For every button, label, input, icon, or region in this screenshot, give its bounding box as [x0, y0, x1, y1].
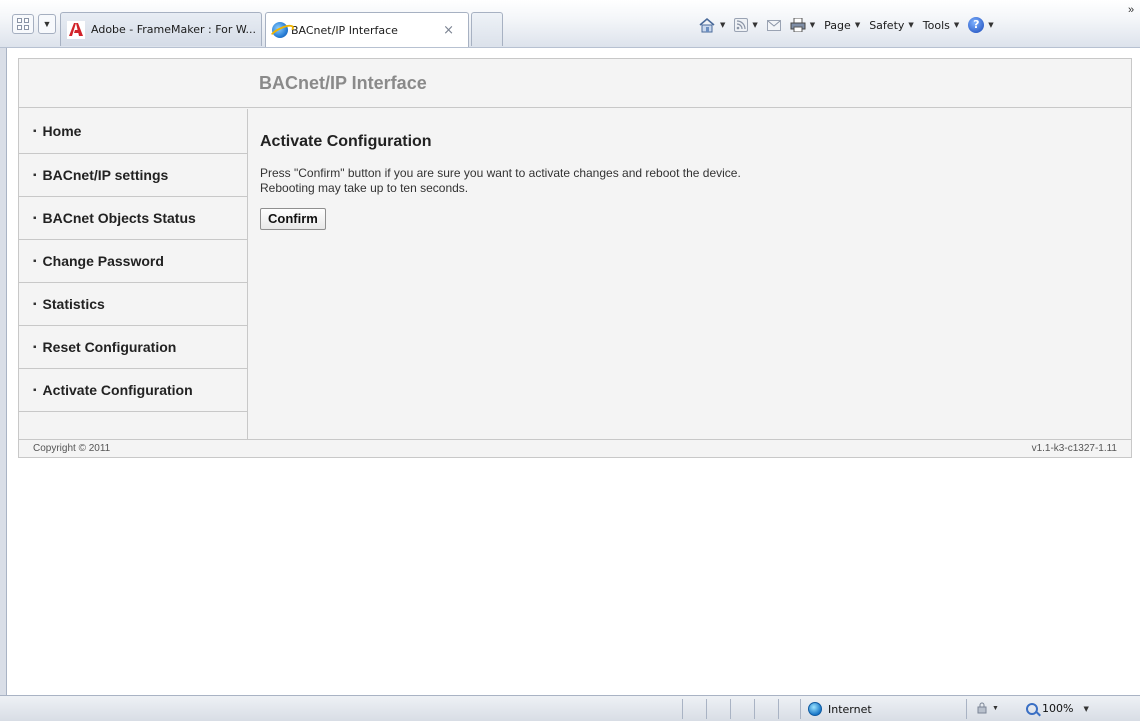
sidebar-item-label: Reset Configuration — [42, 339, 177, 355]
chevron-down-icon: ▼ — [988, 21, 994, 29]
instruction-text: Press "Confirm" button if you are sure y… — [260, 166, 1131, 196]
tab-title: Adobe - FrameMaker : For W... — [91, 23, 257, 36]
sidebar-item-label: BACnet Objects Status — [42, 210, 196, 226]
new-tab-button[interactable] — [471, 12, 503, 46]
tab-bacnet-ip-interface[interactable]: BACnet/IP Interface × — [265, 12, 469, 47]
copyright-text: Copyright © 2011 — [33, 443, 111, 454]
status-divider — [754, 699, 755, 719]
sidebar-item-activate-configuration[interactable]: ▪ Activate Configuration — [19, 369, 247, 412]
chevron-down-icon: ▼ — [809, 21, 816, 29]
help-icon: ? — [968, 17, 985, 33]
instruction-line-1: Press "Confirm" button if you are sure y… — [260, 166, 741, 180]
sidebar-item-reset-configuration[interactable]: ▪ Reset Configuration — [19, 326, 247, 369]
print-icon — [790, 17, 806, 33]
mail-icon — [766, 19, 781, 31]
sidebar-item-bacnet-objects-status[interactable]: ▪ BACnet Objects Status — [19, 197, 247, 240]
page-container: BACnet/IP Interface ▪ Home ▪ BACnet/IP s… — [18, 58, 1132, 458]
instruction-line-2: Rebooting may take up to ten seconds. — [260, 181, 469, 195]
sidebar-item-statistics[interactable]: ▪ Statistics — [19, 283, 247, 326]
home-icon — [698, 17, 716, 33]
page-menu-label: Page — [824, 18, 851, 32]
content-row: ▪ Home ▪ BACnet/IP settings ▪ BACnet Obj… — [19, 109, 1131, 439]
sidebar-item-label: Activate Configuration — [42, 382, 193, 398]
zoom-icon — [1026, 702, 1038, 715]
sidebar-nav: ▪ Home ▪ BACnet/IP settings ▪ BACnet Obj… — [19, 109, 248, 439]
chevron-down-icon: ▼ — [908, 21, 914, 29]
bullet-icon: ▪ — [33, 298, 37, 310]
chevron-down-icon: ▼ — [720, 21, 726, 29]
bullet-icon: ▪ — [33, 169, 37, 181]
tab-adobe-framemaker[interactable]: Adobe - FrameMaker : For W... — [60, 12, 262, 46]
tools-menu[interactable]: Tools ▼ — [923, 19, 960, 32]
page-menu[interactable]: Page ▼ — [824, 19, 860, 32]
tools-menu-label: Tools — [922, 18, 950, 32]
print-button[interactable]: ▼ — [790, 17, 816, 33]
safety-menu-label: Safety — [869, 18, 905, 32]
read-mail-button[interactable] — [766, 19, 781, 31]
window-left-edge — [0, 0, 7, 721]
main-content: Activate Configuration Press "Confirm" b… — [248, 109, 1131, 439]
status-bar: Internet ▼ 100% ▼ — [0, 695, 1140, 721]
quick-tabs-icon — [17, 18, 30, 31]
ie-icon — [272, 22, 288, 38]
page-banner: BACnet/IP Interface — [19, 59, 1131, 108]
bullet-icon: ▪ — [33, 341, 37, 353]
chevron-down-icon: ▼ — [752, 21, 758, 29]
bullet-icon: ▪ — [33, 255, 37, 267]
sidebar-item-label: BACnet/IP settings — [42, 167, 169, 183]
status-divider — [682, 699, 683, 719]
home-button[interactable]: ▼ — [698, 17, 725, 33]
status-divider — [966, 699, 967, 719]
zoom-level[interactable]: 100% ▼ — [1026, 702, 1089, 715]
chevron-down-icon: ▼ — [953, 21, 960, 29]
chevron-down-icon: ▼ — [854, 21, 861, 29]
sidebar-item-label: Change Password — [42, 253, 164, 269]
safety-menu[interactable]: Safety ▼ — [869, 19, 914, 32]
help-menu[interactable]: ? ▼ — [968, 17, 994, 33]
quick-tabs-button[interactable] — [12, 14, 34, 34]
bullet-icon: ▪ — [33, 212, 37, 224]
sidebar-item-bacnet-ip-settings[interactable]: ▪ BACnet/IP settings — [19, 154, 247, 197]
security-zone[interactable]: Internet — [808, 702, 872, 716]
bullet-icon: ▪ — [33, 384, 37, 396]
more-commands-icon[interactable]: » — [1128, 4, 1134, 16]
tab-list-button[interactable]: ▼ — [38, 14, 56, 34]
sidebar-item-change-password[interactable]: ▪ Change Password — [19, 240, 247, 283]
chevron-down-icon: ▼ — [992, 704, 999, 712]
zoom-level-label: 100% — [1042, 702, 1074, 715]
browser-tab-strip: ▼ Adobe - FrameMaker : For W... BACnet/I… — [0, 0, 1140, 48]
security-zone-label: Internet — [828, 702, 872, 716]
sidebar-item-label: Statistics — [42, 296, 105, 312]
page-title: BACnet/IP Interface — [259, 72, 427, 93]
section-heading: Activate Configuration — [260, 133, 432, 150]
chevron-down-icon: ▼ — [1083, 704, 1089, 713]
globe-icon — [808, 702, 822, 716]
confirm-button[interactable]: Confirm — [260, 208, 326, 230]
status-divider — [778, 699, 779, 719]
version-text: v1.1-k3-c1327-1.11 — [1031, 443, 1117, 454]
lock-icon — [976, 702, 988, 714]
status-divider — [730, 699, 731, 719]
adobe-icon — [67, 20, 85, 39]
tab-title: BACnet/IP Interface — [291, 23, 398, 37]
feeds-icon — [734, 18, 749, 32]
status-divider — [800, 699, 801, 719]
sidebar-item-home[interactable]: ▪ Home — [19, 109, 247, 154]
close-tab-icon[interactable]: × — [443, 23, 454, 38]
status-divider — [706, 699, 707, 719]
chevron-down-icon: ▼ — [42, 19, 52, 29]
sidebar-item-label: Home — [42, 123, 82, 139]
feeds-button[interactable]: ▼ — [734, 18, 758, 32]
page-footer: Copyright © 2011 v1.1-k3-c1327-1.11 — [19, 439, 1131, 457]
protected-mode-indicator[interactable]: ▼ — [976, 702, 999, 714]
command-bar: ▼ ▼ ▼ Page ▼ Safety ▼ Tools ▼ ? ▼ — [698, 14, 1003, 36]
bullet-icon: ▪ — [33, 125, 37, 137]
